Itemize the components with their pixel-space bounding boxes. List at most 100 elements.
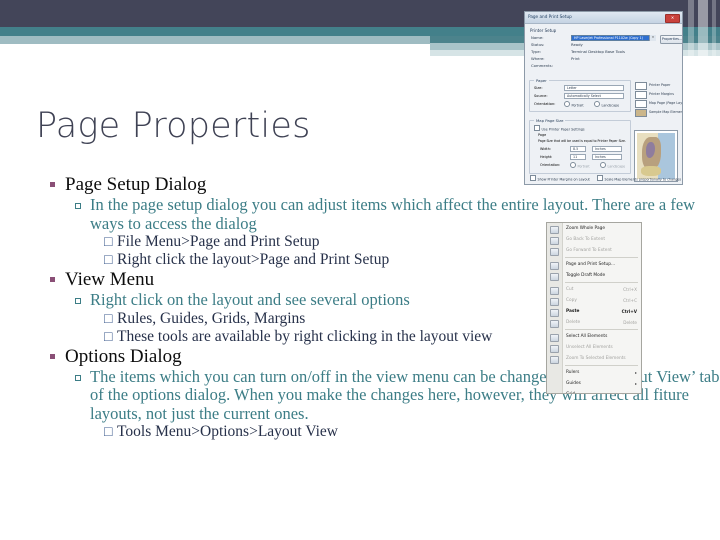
- unselect-all-icon: [550, 344, 559, 353]
- context-menu-item: Go Back To Extent: [547, 234, 641, 245]
- paste-icon: [550, 308, 559, 317]
- printer-margins-option[interactable]: Printer Margins: [649, 91, 674, 97]
- chevron-right-icon: ▸: [634, 370, 637, 375]
- scale-map-elements-checkbox[interactable]: Scale Map Elements proportionally to cha…: [597, 175, 683, 183]
- map-width-unit-select[interactable]: Inches: [592, 146, 622, 152]
- map-width-label: Width:: [540, 147, 551, 151]
- context-menu-item-shortcut: Ctrl+X: [623, 287, 637, 292]
- context-menu-item[interactable]: Paste Ctrl+V: [547, 306, 641, 317]
- sample-map-elements-option[interactable]: Sample Map Elements: [649, 109, 682, 115]
- printer-where-label: Where:: [531, 56, 545, 61]
- sample-map-elements-swatch: [635, 109, 647, 117]
- context-menu-item[interactable]: Zoom Whole Page: [547, 223, 641, 234]
- chevron-right-icon: ▸: [634, 381, 637, 386]
- bullet-marker-glyph: [50, 182, 55, 187]
- dialog-titlebar: Page and Print Setup ✕: [525, 12, 682, 24]
- cut-icon: [550, 286, 559, 295]
- map-portrait-radio[interactable]: Portrait: [570, 162, 590, 170]
- select-all-icon: [550, 333, 559, 342]
- bullet-marker-hollow-square-icon: □: [104, 425, 113, 440]
- context-menu-item: Zoom To Selected Elements: [547, 353, 641, 364]
- forward-extent-icon: [550, 247, 559, 256]
- printer-status-label: Status:: [531, 42, 545, 47]
- printer-type-value: Terminal Desktop Base Tools: [571, 49, 625, 54]
- back-extent-icon: [550, 236, 559, 245]
- dialog-title: Page and Print Setup: [528, 14, 572, 19]
- bullet-marker-hollow-square-icon: □: [104, 329, 113, 345]
- copy-icon: [550, 297, 559, 306]
- show-printer-margins-label: Show Printer Margins on Layout: [537, 177, 590, 182]
- context-menu-item-shortcut: Delete: [623, 320, 637, 325]
- bullet-marker-hollow-square-icon: □: [104, 253, 113, 268]
- page-title: Page Properties: [36, 106, 311, 146]
- printer-paper-option[interactable]: Printer Paper: [649, 82, 670, 88]
- use-printer-paper-checkbox[interactable]: Use Printer Paper Settings: [534, 125, 585, 133]
- bullet-marker-small-square-icon: [72, 203, 90, 209]
- map-height-input[interactable]: 11: [570, 154, 586, 160]
- paper-portrait-radio[interactable]: Portrait: [564, 101, 584, 109]
- context-menu-item-label: Zoom To Selected Elements: [566, 356, 626, 361]
- printer-where-value: Print: [571, 56, 580, 61]
- map-landscape-label: Landscape: [607, 164, 626, 169]
- context-menu-item[interactable]: Rulers ▸: [547, 367, 641, 378]
- context-menu-item: Unselect All Elements: [547, 342, 641, 353]
- bullet-marker-small-square-icon: [72, 298, 90, 304]
- paper-source-select[interactable]: Automatically Select: [564, 93, 624, 99]
- context-menu-item[interactable]: Select All Elements: [547, 331, 641, 342]
- paper-portrait-label: Portrait: [571, 103, 584, 108]
- paper-size-label: Size:: [534, 86, 543, 90]
- context-menu-item-label: Guides: [566, 381, 581, 386]
- scale-map-elements-label: Scale Map Elements proportionally to cha…: [604, 177, 683, 182]
- bullet-marker-hollow-square-icon: □: [104, 235, 113, 250]
- context-menu-item-label: Select All Elements: [566, 334, 608, 339]
- use-printer-paper-label: Use Printer Paper Settings: [541, 127, 585, 132]
- printer-name-select[interactable]: HP LaserJet Professional P1102w (Copy 1): [571, 34, 655, 41]
- paper-size-select[interactable]: Letter: [564, 85, 624, 91]
- paper-landscape-radio[interactable]: Landscape: [594, 101, 619, 109]
- draft-mode-icon: [550, 272, 559, 281]
- map-landscape-radio[interactable]: Landscape: [600, 162, 625, 170]
- context-menu-item-label: Zoom Whole Page: [566, 226, 605, 231]
- context-menu-item-label: Go Forward To Extent: [566, 248, 612, 253]
- context-menu-item-label: Paste: [566, 309, 580, 314]
- map-page-layout-swatch: [635, 100, 647, 108]
- printer-comments-row: Comments:: [529, 62, 678, 69]
- context-menu-item[interactable]: Toggle Draft Mode: [547, 270, 641, 281]
- chevron-right-icon: ▸: [635, 389, 637, 393]
- dialog-body: Printer Setup Name: HP LaserJet Professi…: [525, 24, 683, 185]
- context-menu-separator: [565, 257, 638, 258]
- bullet-marker-dot-icon: [48, 182, 65, 187]
- paper-source-label: Source:: [534, 94, 548, 98]
- bullet-marker-glyph: [50, 353, 55, 359]
- map-width-input[interactable]: 8.5: [570, 146, 586, 152]
- context-menu-separator: [565, 329, 638, 330]
- close-icon[interactable]: ✕: [665, 13, 680, 23]
- data-driven-pages-button[interactable]: Data Driven Pages...: [530, 184, 566, 185]
- printer-type-label: Type:: [531, 49, 541, 54]
- context-menu-item-label: Cut: [566, 287, 574, 292]
- map-page-size-group: Map Page Size Use Printer Paper Settings…: [529, 118, 631, 174]
- paper-group: Paper Size: Letter Source: Automatically…: [529, 78, 631, 112]
- printer-name-label: Name:: [531, 35, 544, 40]
- printer-status-value: Ready: [571, 42, 583, 47]
- context-menu-item: Delete Delete: [547, 317, 641, 328]
- show-printer-margins-checkbox[interactable]: Show Printer Margins on Layout: [530, 175, 590, 183]
- printer-status-row: Status: Ready: [529, 41, 678, 48]
- map-page-layout-option[interactable]: Map Page (Page Layout): [649, 100, 682, 106]
- cancel-button[interactable]: Cancel: [650, 184, 678, 185]
- context-menu-item[interactable]: Guides ▸: [547, 378, 641, 389]
- map-height-unit-select[interactable]: Inches: [592, 154, 622, 160]
- bullet-marker-hollow-square-icon: □: [104, 311, 113, 327]
- context-menu-item[interactable]: Page and Print Setup...: [547, 259, 641, 270]
- context-menu-item-label: Page and Print Setup...: [566, 262, 616, 267]
- context-menu-item-label: Unselect All Elements: [566, 345, 613, 350]
- header-vertical-stripe-3: [712, 0, 716, 58]
- printer-type-row: Type: Terminal Desktop Base Tools: [529, 48, 678, 55]
- ok-button[interactable]: OK: [621, 184, 649, 185]
- map-height-label: Height:: [540, 155, 553, 159]
- context-menu-item-shortcut: Ctrl+V: [621, 309, 637, 314]
- context-menu-item[interactable]: Grid ▸: [547, 389, 641, 393]
- bullet-marker-dot-icon: [48, 277, 65, 282]
- context-menu-item-label: Toggle Draft Mode: [566, 273, 606, 278]
- chevron-down-icon[interactable]: ▾: [649, 34, 656, 41]
